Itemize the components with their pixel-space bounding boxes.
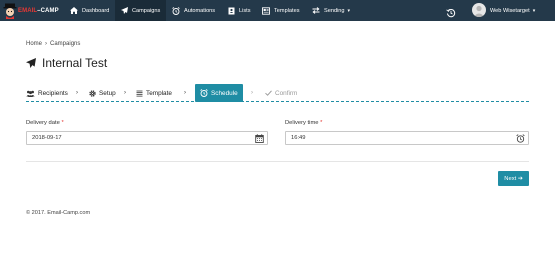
nav-templates[interactable]: Templates xyxy=(262,0,300,21)
form-divider xyxy=(26,161,529,162)
page-title-text: Internal Test xyxy=(42,56,108,70)
next-button[interactable]: Next ➔ xyxy=(498,171,529,186)
nav-sending-label: Sending xyxy=(324,7,345,14)
check-icon xyxy=(265,90,272,96)
nav-lists-label: Lists xyxy=(239,7,251,14)
mascot-icon xyxy=(3,3,17,19)
next-button-label: Next xyxy=(504,175,517,182)
top-navbar: EMAIL–CAMP Dashboard Campaigns Automatio… xyxy=(0,0,555,21)
paper-plane-icon xyxy=(121,7,128,14)
newspaper-icon xyxy=(262,6,270,15)
footer-copyright: © 2017. Email-Camp.com xyxy=(26,210,91,216)
wizard-step-setup[interactable]: Setup xyxy=(89,86,116,100)
wizard-step-confirm: Confirm xyxy=(265,86,297,100)
delivery-date-label: Delivery date * xyxy=(26,120,64,126)
wizard-progress-line xyxy=(26,101,529,102)
breadcrumb-separator: › xyxy=(45,41,48,47)
delivery-date-value: 2018-09-17 xyxy=(32,135,62,141)
delivery-date-label-text: Delivery date xyxy=(26,120,60,126)
wizard-step-recipients[interactable]: Recipients xyxy=(26,86,68,100)
nav-dashboard-label: Dashboard xyxy=(82,7,110,14)
list-icon xyxy=(136,90,143,96)
breadcrumb-campaigns[interactable]: Campaigns xyxy=(50,41,80,47)
breadcrumb: Home › Campaigns xyxy=(26,41,80,47)
user-name-label: Web Wisetarget xyxy=(490,7,530,14)
wizard-step-label: Schedule xyxy=(211,89,238,97)
delivery-time-label-text: Delivery time xyxy=(285,120,319,126)
nav-campaigns[interactable]: Campaigns xyxy=(115,0,167,21)
alarm-clock-icon xyxy=(172,6,180,15)
page-title: Internal Test xyxy=(26,56,107,70)
nav-templates-label: Templates xyxy=(274,7,300,14)
home-icon xyxy=(70,7,78,14)
nav-automations[interactable]: Automations xyxy=(172,0,215,21)
exchange-arrows-icon xyxy=(312,7,320,14)
nav-sending[interactable]: Sending ▾ xyxy=(312,0,350,21)
wizard-step-template[interactable]: Template xyxy=(136,86,172,100)
required-mark: * xyxy=(61,120,64,126)
wizard-arrow: › xyxy=(124,90,126,96)
user-menu[interactable]: Web Wisetarget ▾ xyxy=(490,0,535,21)
logo[interactable]: EMAIL–CAMP xyxy=(3,2,59,19)
address-book-icon xyxy=(228,7,235,14)
wizard-arrow: › xyxy=(184,90,186,96)
chevron-down-icon: ▾ xyxy=(347,7,351,14)
delivery-date-input[interactable]: 2018-09-17 xyxy=(26,131,268,145)
arrow-right-icon: ➔ xyxy=(517,175,523,182)
nav-automations-label: Automations xyxy=(184,7,216,14)
avatar[interactable] xyxy=(472,3,486,17)
delivery-time-input[interactable]: 16:49 xyxy=(285,131,529,145)
wizard-step-label: Confirm xyxy=(275,89,298,97)
logo-text: EMAIL–CAMP xyxy=(18,7,59,14)
delivery-time-label: Delivery time * xyxy=(285,120,322,126)
nav-lists[interactable]: Lists xyxy=(228,0,251,21)
required-mark: * xyxy=(320,120,323,126)
wizard-step-label: Recipients xyxy=(38,89,68,97)
delivery-time-value: 16:49 xyxy=(291,135,306,141)
history-icon[interactable] xyxy=(446,5,456,23)
breadcrumb-home[interactable]: Home xyxy=(26,41,42,47)
users-icon xyxy=(26,90,35,97)
paper-plane-icon xyxy=(26,58,36,68)
nav-dashboard[interactable]: Dashboard xyxy=(70,0,109,21)
wizard-step-schedule[interactable]: Schedule xyxy=(195,84,243,102)
calendar-icon[interactable] xyxy=(255,134,264,145)
wizard-arrow: › xyxy=(76,90,78,96)
wizard-step-label: Setup xyxy=(99,89,116,97)
alarm-clock-icon xyxy=(200,89,208,97)
wizard-arrow: › xyxy=(251,90,253,96)
gear-icon xyxy=(89,89,96,97)
nav-campaigns-label: Campaigns xyxy=(132,7,161,14)
alarm-clock-icon[interactable] xyxy=(516,134,525,145)
wizard-step-label: Template xyxy=(146,89,172,97)
chevron-down-icon: ▾ xyxy=(532,7,536,14)
campaign-wizard: Recipients › Setup › Template › Schedule… xyxy=(26,84,529,103)
